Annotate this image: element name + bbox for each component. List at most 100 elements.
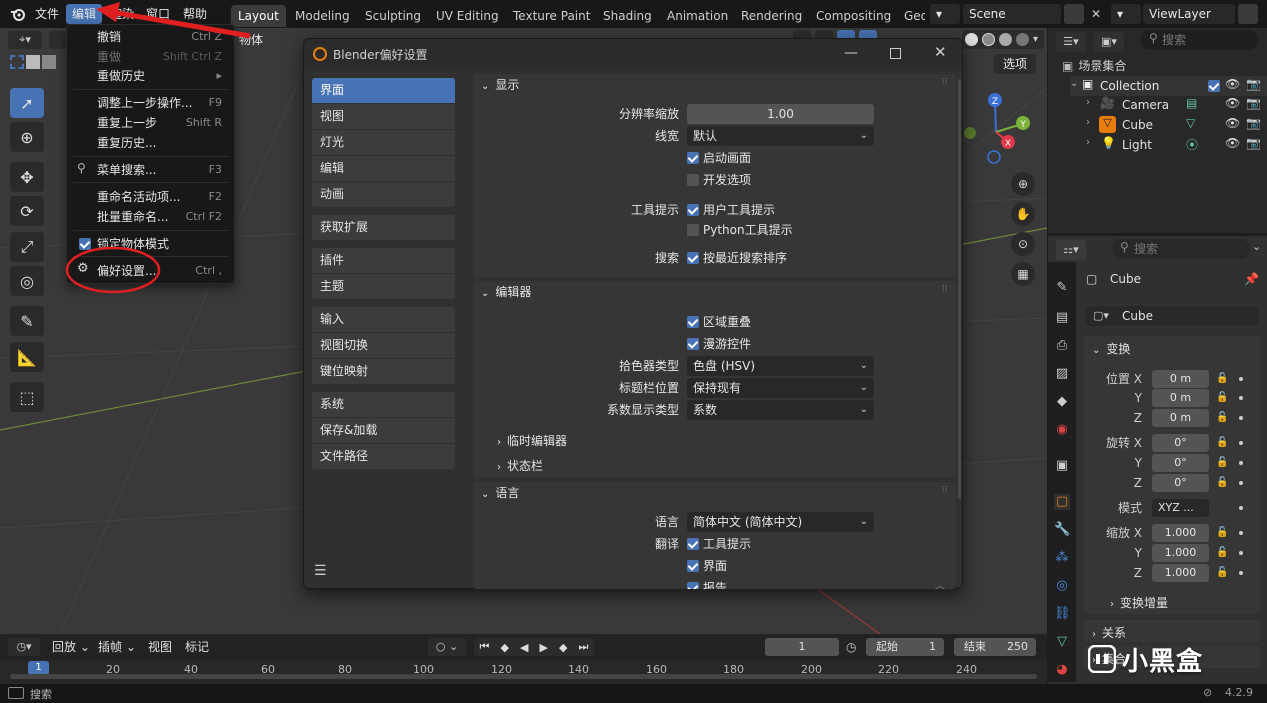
hamburger-menu-icon[interactable]: ☰ (314, 563, 327, 579)
render-tab-icon[interactable]: ▤ (1054, 310, 1070, 326)
nav-save-load[interactable]: 保存&加载 (312, 418, 455, 443)
keyframe-dot-icon[interactable] (1239, 481, 1243, 485)
status-bar-subpanel[interactable]: › 状态栏 (497, 456, 543, 476)
scene-collection-item[interactable]: ▣ 场景集合 (1062, 57, 1126, 74)
close-icon[interactable]: ✕ (934, 43, 947, 61)
timeline-menu-view[interactable]: 视图 (148, 638, 172, 656)
chevron-down-icon[interactable]: ⌄ (1252, 240, 1261, 253)
header-position-select[interactable]: 保持现有 ⌄ (687, 378, 874, 398)
start-frame-field[interactable]: 起始 1 (866, 638, 944, 656)
scene-tab-icon[interactable]: ◆ (1054, 394, 1070, 410)
keyframe-dot-icon[interactable] (1239, 506, 1243, 510)
preferences-title-bar[interactable]: Blender偏好设置 — ✕ (304, 39, 962, 69)
language-select[interactable]: 简体中文 (简体中文) ⌄ (687, 512, 874, 532)
delta-transform-subpanel[interactable]: › 变换增量 (1092, 594, 1168, 611)
measure-tool-icon[interactable]: 📐 (10, 342, 44, 372)
modifier-tab-icon[interactable]: 🔧 (1054, 522, 1070, 538)
preferences-scrollbar[interactable] (958, 79, 961, 499)
physics-tab-icon[interactable]: ◎ (1054, 578, 1070, 594)
lock-icon[interactable]: 🔓 (1216, 392, 1228, 403)
display-panel-header[interactable]: ⌄ 显示 (481, 75, 519, 95)
splash-checkbox[interactable] (687, 152, 699, 164)
tab-shading[interactable]: Shading (596, 5, 659, 27)
annotate-tool-icon[interactable]: ✎ (10, 306, 44, 336)
dev-extras-checkbox[interactable] (687, 174, 699, 186)
new-scene-icon[interactable] (1064, 4, 1084, 24)
view-layer-name-field[interactable]: ViewLayer (1143, 4, 1235, 24)
object-name-field[interactable]: Cube (1116, 306, 1258, 326)
line-width-select[interactable]: 默认 ⌄ (687, 126, 874, 146)
select-options-button[interactable]: 选项 (994, 54, 1036, 74)
nav-animation[interactable]: 动画 (312, 182, 455, 207)
tab-rendering[interactable]: Rendering (734, 5, 809, 27)
editors-panel-header[interactable]: ⌄ 编辑器 (481, 282, 531, 302)
shading-mode-buttons[interactable]: ▾ (962, 30, 1044, 49)
keyframe-dot-icon[interactable] (1239, 396, 1243, 400)
sort-recent-checkbox[interactable] (687, 252, 699, 264)
nav-system[interactable]: 系统 (312, 392, 455, 417)
transform-panel-header[interactable]: ⌄ 变换 (1092, 340, 1130, 357)
view-layer-tab-icon[interactable]: ▨ (1054, 366, 1070, 382)
tab-animation[interactable]: Animation (660, 5, 735, 27)
data-tab-icon[interactable]: ▽ (1054, 634, 1070, 650)
rotation-z-field[interactable]: 0° (1152, 474, 1209, 492)
timeline-menu-keying[interactable]: 插帧 ⌄ (98, 638, 136, 656)
nav-get-extensions[interactable]: 获取扩展 (312, 215, 455, 240)
timeline-editor-type-button[interactable]: ◷▾ (8, 638, 40, 656)
scale-x-field[interactable]: 1.000 (1152, 524, 1209, 542)
nav-file-paths[interactable]: 文件路径 (312, 444, 455, 469)
factor-display-select[interactable]: 系数 ⌄ (687, 400, 874, 420)
lock-icon[interactable]: 🔓 (1216, 457, 1228, 468)
particles-tab-icon[interactable]: ⁂ (1054, 550, 1070, 566)
nav-lights[interactable]: 灯光 (312, 130, 455, 155)
keyframe-dot-icon[interactable] (1239, 377, 1243, 381)
language-panel-header[interactable]: ⌄ 语言 (481, 483, 519, 503)
tab-compositing[interactable]: Compositing (809, 5, 898, 27)
keyframe-dot-icon[interactable] (1239, 531, 1243, 535)
view-layer-browse-button[interactable]: ▾ (1111, 4, 1141, 24)
rotation-x-field[interactable]: 0° (1152, 434, 1209, 452)
clock-icon[interactable]: ◷ (846, 638, 864, 656)
scene-browse-button[interactable]: ▾ (930, 4, 960, 24)
maximize-icon[interactable] (890, 48, 901, 59)
rotation-mode-select[interactable]: XYZ ... (1152, 499, 1209, 517)
lock-icon[interactable]: 🔓 (1216, 412, 1228, 423)
outliner-item-camera[interactable]: › 🎥 Camera ▤ 👁 📷 (1086, 95, 1267, 115)
lock-icon[interactable]: 🔓 (1216, 477, 1228, 488)
location-y-field[interactable]: 0 m (1152, 389, 1209, 407)
translate-reports-checkbox[interactable] (687, 582, 699, 589)
material-tab-icon[interactable]: ◕ (1054, 662, 1070, 678)
tab-texture-paint[interactable]: Texture Paint (506, 5, 597, 27)
perspective-grid-icon[interactable]: ▦ (1011, 262, 1035, 286)
keyframe-dot-icon[interactable] (1239, 551, 1243, 555)
lock-icon[interactable]: 🔓 (1216, 567, 1228, 578)
location-x-field[interactable]: 0 m (1152, 370, 1209, 388)
nav-input[interactable]: 输入 (312, 307, 455, 332)
outliner-item-cube[interactable]: › ▽ Cube ▽ 👁 📷 (1086, 115, 1267, 135)
end-frame-field[interactable]: 结束 250 (954, 638, 1036, 656)
playhead[interactable]: 1 (28, 661, 49, 675)
world-tab-icon[interactable]: ◉ (1054, 422, 1070, 438)
outliner-editor-type-button[interactable]: ☰▾ (1056, 32, 1086, 52)
display-mode-button[interactable]: ▣▾ (1094, 32, 1124, 52)
tab-geometry-nodes[interactable]: Geo (897, 5, 925, 27)
playback-controls[interactable]: ⏮ ◆ ◀ ▶ ◆ ⏭ (474, 638, 594, 656)
drag-handle-icon[interactable]: ⠿ (941, 486, 948, 496)
temp-editors-subpanel[interactable]: › 临时编辑器 (497, 431, 567, 451)
collection-tab-icon[interactable]: ▣ (1054, 458, 1070, 474)
zoom-icon[interactable]: ⊕ (1011, 172, 1035, 196)
keyframe-dot-icon[interactable] (1239, 571, 1243, 575)
camera-view-icon[interactable]: ⊙ (1011, 232, 1035, 256)
properties-search-input[interactable]: 搜索 (1112, 239, 1250, 259)
tool-tab-icon[interactable]: ✎ (1054, 280, 1070, 296)
translate-interface-checkbox[interactable] (687, 560, 699, 572)
lock-icon[interactable]: 🔓 (1216, 373, 1228, 384)
drag-handle-icon[interactable]: ⠿ (941, 78, 948, 88)
resolution-scale-field[interactable]: 1.00 (687, 104, 874, 124)
python-tooltips-checkbox[interactable] (687, 224, 699, 236)
rotation-y-field[interactable]: 0° (1152, 454, 1209, 472)
nav-keymap[interactable]: 键位映射 (312, 359, 455, 384)
nav-addons[interactable]: 插件 (312, 248, 455, 273)
nav-interface[interactable]: 界面 (312, 78, 455, 103)
navigation-gizmo[interactable]: Z Y X (960, 88, 1040, 168)
